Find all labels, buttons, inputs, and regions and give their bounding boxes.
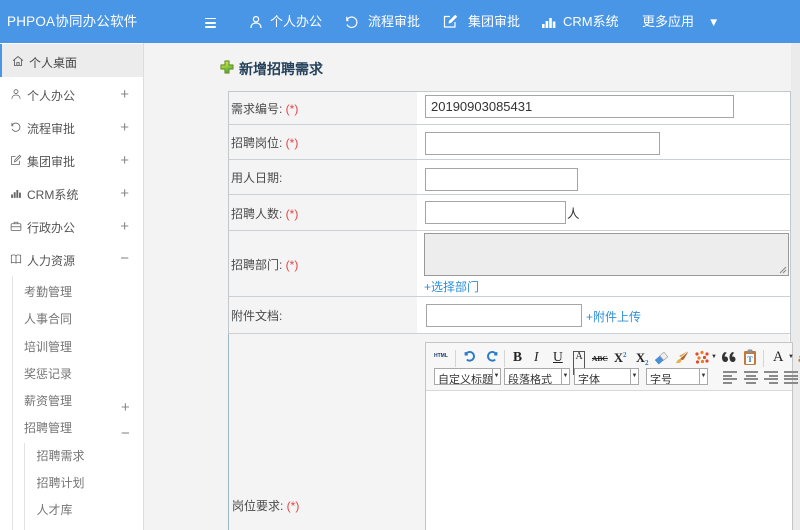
svg-text:T: T (747, 355, 753, 364)
